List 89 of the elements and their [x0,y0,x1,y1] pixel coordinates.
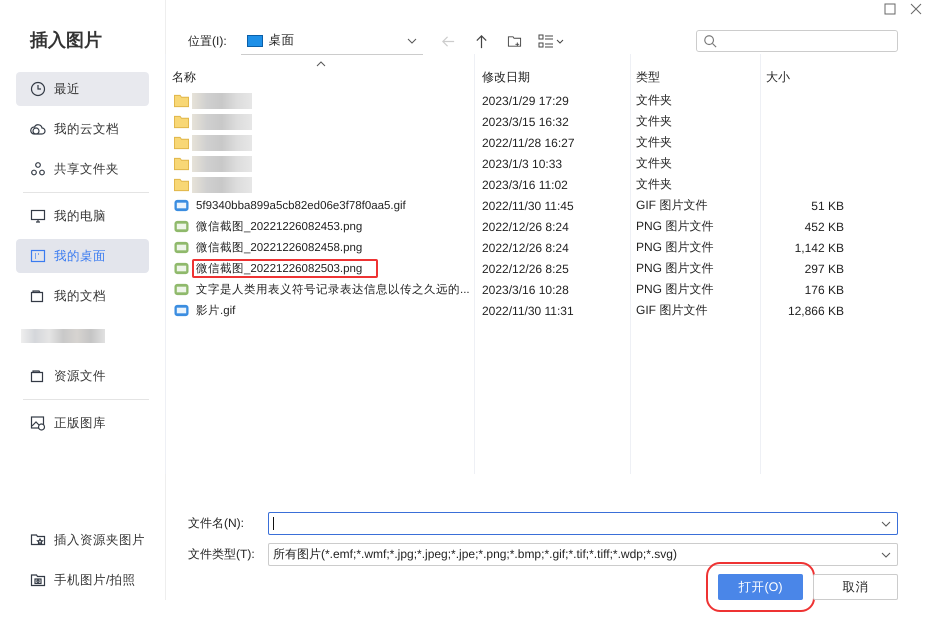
location-label: 位置(I): [188,32,227,50]
filename-label: 文件名(N): [188,515,245,532]
sort-caret-icon [316,61,326,67]
search-icon [703,34,717,48]
table-cell: 2022/12/26 8:24 [482,220,569,234]
sidebar-item[interactable]: 我的文档 [16,279,149,313]
folder-icon [30,288,46,304]
folder-icon [30,368,46,384]
png-file-icon [174,282,189,297]
chevron-down-icon [406,38,417,44]
maximize-icon[interactable] [884,3,896,15]
folder-icon [174,156,189,171]
column-header[interactable]: 大小 [760,68,850,86]
table-cell: 2022/11/28 16:27 [482,136,575,150]
sidebar-item[interactable]: 插入资源夹图片 [16,523,149,557]
table-cell: 文件夹 [636,176,672,193]
column-header[interactable]: 类型 [630,68,760,86]
filetype-label: 文件类型(T): [188,546,256,563]
file-name[interactable]: 微信截图_20221226082458.png [192,238,366,257]
file-name[interactable]: 文字是人类用表义符号记录表达信息以传之久远的... [192,280,474,299]
chevron-down-icon [881,520,891,526]
table-cell: 文件夹 [636,113,672,130]
filename-field[interactable] [268,512,898,535]
table-cell: PNG 图片文件 [636,260,714,277]
up-arrow-icon[interactable] [474,34,489,48]
file-name[interactable]: 5f9340bba899a5cb82ed06e3f78f0aa5.gif [192,198,410,214]
cancel-button[interactable]: 取消 [813,574,898,600]
close-icon[interactable] [910,3,922,15]
desktop-icon [30,248,46,264]
file-name[interactable]: 微信截图_20221226082503.png [192,259,378,278]
gif-file-icon [174,303,189,318]
table-cell: 2022/11/30 11:31 [482,304,574,318]
sidebar-item[interactable]: 我的云文档 [16,112,149,146]
share-icon [30,161,46,177]
table-cell: PNG 图片文件 [636,281,714,298]
table-cell: 452 KB [804,220,844,234]
chevron-down-icon [881,552,891,558]
table-cell: 297 KB [804,262,844,276]
sidebar-item[interactable]: 我的电脑 [16,199,149,233]
table-cell: 文件夹 [636,134,672,151]
search-field[interactable] [696,30,898,52]
table-cell: 2023/3/16 11:02 [482,178,568,192]
folder-icon [174,93,189,108]
window-title: 插入图片 [30,29,103,52]
folder-icon [174,114,189,129]
sidebar-item[interactable]: 共享文件夹 [16,152,149,186]
column-header[interactable]: 名称 [166,68,474,86]
table-cell: 文件夹 [636,155,672,172]
table-cell: 51 KB [811,198,844,212]
table-cell: 2023/1/3 10:33 [482,156,562,170]
png-file-icon [174,219,189,234]
table-cell: 2022/12/26 8:25 [482,262,569,276]
table-cell: 2022/11/30 11:45 [482,198,574,212]
file-name[interactable]: 影片.gif [192,301,240,320]
image-folder-icon [30,572,46,588]
table-cell: 2023/1/29 17:29 [482,94,569,108]
file-name[interactable]: 微信截图_20221226082453.png [192,217,366,236]
png-file-icon [174,240,189,255]
monitor-icon [30,208,46,224]
table-cell: PNG 图片文件 [636,218,714,235]
table-cell: PNG 图片文件 [636,239,714,256]
table-cell: 12,866 KB [788,304,844,318]
table-cell: GIF 图片文件 [636,302,708,319]
sidebar-item[interactable]: 手机图片/拍照 [16,563,149,597]
table-cell: 2023/3/16 10:28 [482,282,569,296]
clock-icon [30,81,46,97]
table-cell: GIF 图片文件 [636,197,708,214]
open-button[interactable]: 打开(O) [718,574,803,600]
cloud-icon [30,121,46,137]
new-folder-icon[interactable] [506,34,522,48]
table-cell: 2022/12/26 8:24 [482,240,569,254]
folder-icon [174,135,189,150]
location-dropdown[interactable]: 桌面 [240,28,423,54]
column-header[interactable]: 修改日期 [474,68,630,86]
sidebar-item[interactable]: 正版图库 [16,406,149,440]
table-cell: 1,142 KB [794,240,844,254]
gif-file-icon [174,198,189,213]
image-icon [30,415,46,431]
png-file-icon [174,261,189,276]
filetype-dropdown[interactable]: 所有图片(*.emf;*.wmf;*.jpg;*.jpeg;*.jpe;*.png;*.bmp;*.gif;*.tif;*.tiff;*.wdp;*.svg) [268,543,898,566]
star-folder-icon [30,532,46,548]
folder-icon [174,177,189,192]
view-options-icon[interactable] [538,33,564,49]
sidebar-item[interactable]: 最近 [16,72,149,106]
desktop-icon [246,34,263,46]
table-cell: 文件夹 [636,92,672,109]
table-cell: 176 KB [804,282,844,296]
sidebar-item[interactable]: 资源文件 [16,359,149,393]
table-cell: 2023/3/15 16:32 [482,114,569,128]
